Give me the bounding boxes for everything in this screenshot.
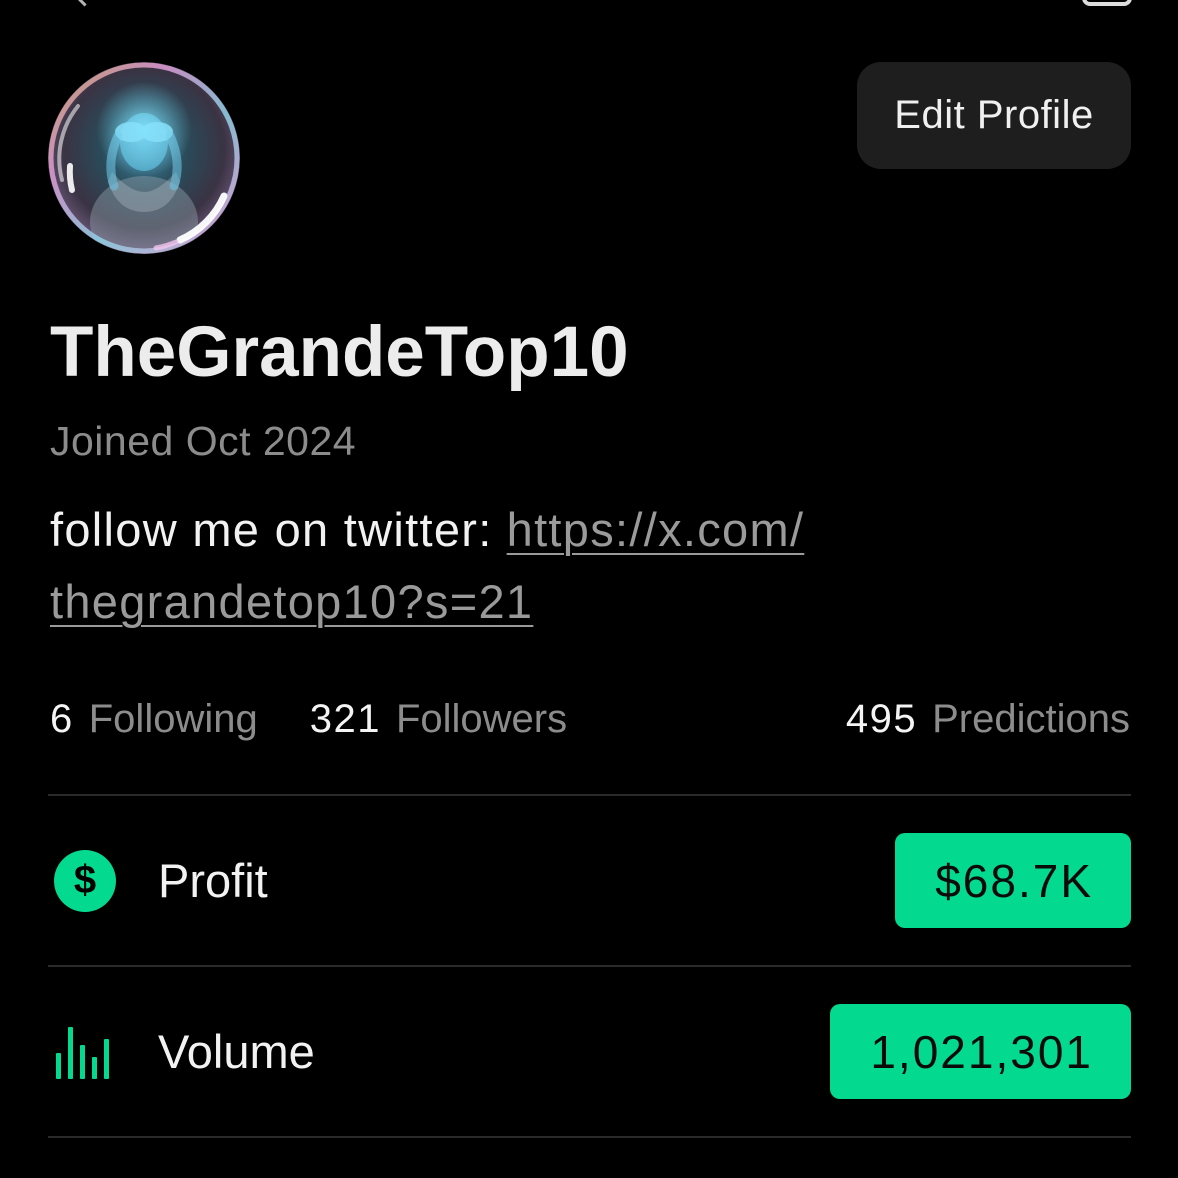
- bio-link-continued[interactable]: thegrandetop10?s=21: [50, 575, 533, 628]
- predictions-label: Predictions: [932, 697, 1130, 741]
- divider: [48, 965, 1131, 967]
- edit-profile-button[interactable]: Edit Profile: [857, 62, 1131, 169]
- profile-stats: 6 Following 321 Followers 495 Prediction…: [50, 694, 1130, 744]
- dollar-circle-icon: $: [54, 849, 116, 912]
- social-stats: 6 Following 321 Followers: [50, 694, 567, 744]
- followers-label: Followers: [395, 697, 568, 741]
- bar-chart-icon: [56, 1026, 109, 1079]
- volume-value-badge: 1,021,301: [830, 1004, 1131, 1099]
- following-stat[interactable]: 6 Following: [50, 694, 258, 744]
- edit-profile-label: Edit Profile: [894, 93, 1094, 137]
- avatar-image: [48, 62, 240, 254]
- predictions-stat[interactable]: 495 Predictions: [846, 694, 1130, 744]
- metric-icon-wrap: $: [48, 846, 158, 916]
- username: TheGrandeTop10: [50, 313, 629, 392]
- bio-line: thegrandetop10?s=21: [50, 566, 804, 638]
- bio-line: follow me on twitter: https://x.com/: [50, 494, 804, 566]
- bio-link[interactable]: https://x.com/: [507, 503, 805, 556]
- followers-count: 321: [309, 697, 381, 741]
- bio-text: follow me on twitter:: [50, 503, 493, 556]
- profit-label: Profit: [158, 854, 268, 907]
- profit-value-badge: $68.7K: [895, 833, 1131, 928]
- predictions-count: 495: [845, 697, 918, 741]
- followers-stat[interactable]: 321 Followers: [310, 694, 567, 744]
- volume-label: Volume: [158, 1025, 315, 1078]
- metric-row-profit: $ Profit $68.7K: [48, 797, 1131, 964]
- following-count: 6: [50, 697, 74, 741]
- divider: [48, 1136, 1131, 1138]
- metric-row-volume: Volume 1,021,301: [48, 968, 1131, 1135]
- avatar: [48, 62, 240, 254]
- joined-date: Joined Oct 2024: [50, 418, 357, 464]
- metric-icon-wrap: [48, 1017, 158, 1087]
- header-right-icon[interactable]: [1082, 0, 1132, 6]
- following-label: Following: [88, 697, 258, 741]
- divider: [48, 794, 1131, 796]
- back-icon[interactable]: [72, 0, 97, 7]
- bio: follow me on twitter: https://x.com/ theg…: [50, 494, 804, 638]
